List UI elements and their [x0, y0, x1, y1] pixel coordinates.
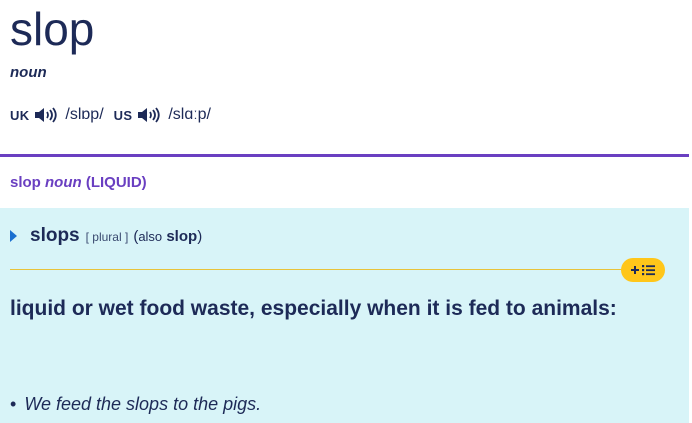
region-label-us: US — [113, 107, 133, 123]
sense-heading: slop noun (LIQUID) — [10, 174, 147, 191]
alternate-form: slop — [166, 228, 198, 245]
ipa-us: /slɑːp/ — [168, 106, 211, 123]
variant-form: slops — [30, 225, 80, 246]
headword: slop — [10, 3, 95, 55]
section-divider — [0, 154, 689, 157]
ipa-uk: /slɒp/ — [65, 106, 104, 123]
variant-row: slops [ plural ] ( also slop ) — [10, 225, 202, 247]
sense-word: slop — [10, 174, 41, 191]
sense-divider — [10, 269, 628, 270]
part-of-speech: noun — [10, 64, 47, 81]
dictionary-entry: slop noun UK /slɒp/ US /slɑːp/ slop noun… — [0, 0, 692, 423]
paren-close: ) — [197, 228, 203, 245]
sense-guideword: (LIQUID) — [85, 174, 147, 191]
sense-pos: noun — [45, 174, 82, 191]
add-to-wordlist-button[interactable] — [621, 258, 665, 282]
speaker-icon[interactable] — [136, 106, 162, 124]
example-bullet: • — [10, 394, 17, 414]
pronunciation-row: UK /slɒp/ US /slɑːp/ — [10, 104, 221, 126]
triangle-right-icon[interactable] — [10, 230, 17, 242]
add-to-wordlist-icon — [631, 265, 655, 276]
grammar-label: [ plural ] — [85, 230, 129, 244]
definition-block: slops [ plural ] ( also slop ) liquid or… — [0, 208, 689, 423]
region-label-uk: UK — [10, 107, 30, 123]
example-text: We feed the slops to the pigs. — [24, 394, 262, 414]
definition-text: liquid or wet food waste, especially whe… — [10, 297, 617, 320]
example-sentence: • We feed the slops to the pigs. — [10, 394, 261, 415]
also-label: also — [138, 229, 163, 244]
speaker-icon[interactable] — [33, 106, 59, 124]
